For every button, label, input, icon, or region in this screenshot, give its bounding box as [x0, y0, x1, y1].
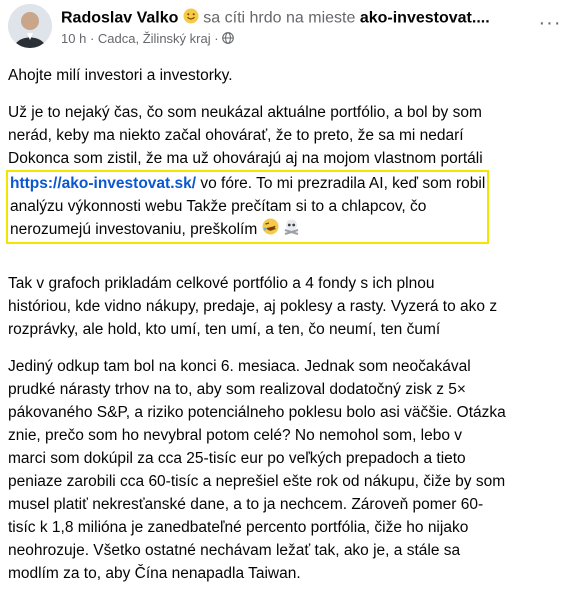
meta-separator: · [89, 31, 95, 46]
text-line: nerád, keby ma niekto začal ohovárať, že… [8, 127, 464, 144]
text-line: neohrozuje. Všetko ostatné nechávam leža… [8, 542, 461, 559]
text-line: znie, prečo som ho nevybral potom celé? … [8, 427, 463, 444]
post-meta: 10 h · Cadca, Žilinský kraj · [61, 31, 235, 47]
post-location[interactable]: Cadca, Žilinský kraj [98, 31, 211, 46]
meta-separator: · [214, 31, 219, 46]
website-link[interactable]: https://ako-investovat.sk/ [10, 175, 196, 192]
text-line: marci som dokúpil za cca 25-tisíc eur po… [8, 450, 466, 467]
text-line: modlím za to, aby Čína nenapadla Taiwan. [8, 565, 301, 582]
text-line: pákovaného S&P, a riziko potenciálneho p… [8, 404, 506, 421]
text-line: tisíc k 1,8 milióna je zanedbateľné perc… [8, 519, 469, 536]
author-name[interactable]: Radoslav Valko [61, 10, 178, 27]
text-line: Už je to nejaký čas, čo som neukázal akt… [8, 104, 482, 121]
text-line: musel platiť nekresťanské dane, a to ja … [8, 496, 484, 513]
text-line: históriou, kde vidno nákupy, predaje, aj… [8, 298, 498, 315]
feeling-text: sa cíti hrdo na mieste [203, 9, 356, 27]
text-line: Tak v grafoch prikladám celkové portfóli… [8, 275, 435, 292]
avatar[interactable] [8, 4, 52, 48]
highlighted-block: https://ako-investovat.sk/ vo fóre. To m… [6, 170, 490, 244]
post-body: Ahojte milí investori a investorky. Už j… [6, 64, 574, 599]
place-link[interactable]: ako-investovat.... [360, 10, 490, 27]
text-line: analýzu výkonnosti webu Takže prečítam s… [10, 198, 427, 215]
text-line: prudké nárasty trhov na to, aby som real… [8, 381, 466, 398]
post-time[interactable]: 10 h [61, 31, 86, 46]
skull-crossbones-icon [283, 218, 300, 242]
post-header: Radoslav Valko sa cíti hrdo na mieste ak… [8, 4, 572, 56]
smiling-face-icon [183, 8, 199, 29]
text-line: nerozumejú investovaniu, preškolím [10, 221, 258, 239]
text-line: peniaze zarobili cca 60-tisíc a neprešie… [8, 473, 506, 490]
paragraph-portfolio-intro: Už je to nejaký čas, čo som neukázal akt… [6, 101, 574, 258]
rolling-on-floor-laughing-icon [262, 218, 279, 242]
text-line: rozprávky, ale hold, kto umí, ten umí, a… [8, 321, 441, 338]
author-line: Radoslav Valko sa cíti hrdo na mieste ak… [61, 8, 541, 29]
paragraph-greeting: Ahojte milí investori a investorky. [8, 67, 233, 84]
paragraph-charts: Tak v grafoch prikladám celkové portfóli… [8, 272, 574, 341]
facebook-post: Radoslav Valko sa cíti hrdo na mieste ak… [0, 0, 580, 582]
paragraph-buyback: Jediný odkup tam bol na konci 6. mesiaca… [8, 355, 574, 585]
more-options-button[interactable]: ··· [536, 12, 564, 34]
text-line: vo fóre. To mi prezradila AI, keď som ro… [200, 175, 486, 192]
text-line: Dokonca som zistil, že ma už ohovárajú a… [8, 150, 483, 167]
globe-icon[interactable] [222, 32, 235, 47]
text-line: Jediný odkup tam bol na konci 6. mesiaca… [8, 358, 471, 375]
